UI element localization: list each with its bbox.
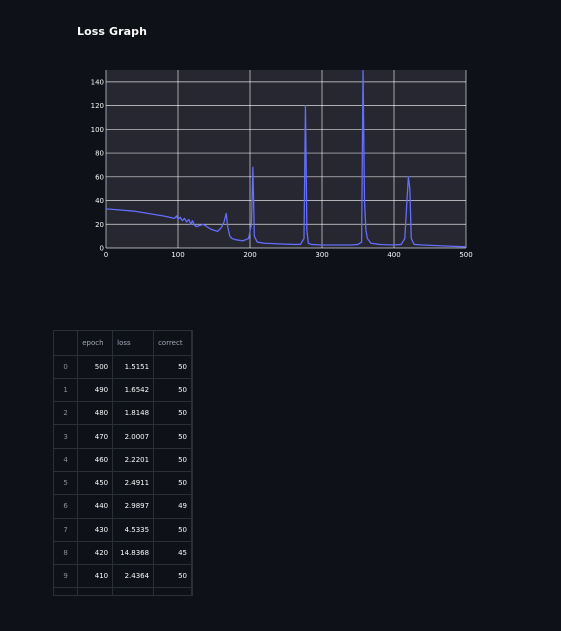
loss-line-chart[interactable]: 0204060801001201400 100 200 300 400 500 xyxy=(90,62,480,262)
row-index: 0 xyxy=(54,355,79,379)
table-row[interactable]: 6 440 2.9897 49 xyxy=(54,494,192,519)
cell-correct[interactable]: 50 xyxy=(153,401,192,426)
row-index: 8 xyxy=(54,541,79,566)
y-tick-label: 140 xyxy=(91,78,104,86)
y-tick-label: 100 xyxy=(91,126,104,134)
y-tick-label: 80 xyxy=(95,150,104,158)
cell-correct[interactable]: 50 xyxy=(153,448,192,472)
cell-correct[interactable]: 50 xyxy=(153,424,192,449)
cell-loss[interactable]: 1.5151 xyxy=(112,355,155,379)
cell-loss[interactable]: 2.9897 xyxy=(112,494,155,519)
x-tick-label: 200 xyxy=(243,251,256,259)
cell-loss[interactable]: 14.8368 xyxy=(112,541,155,566)
row-index: 6 xyxy=(54,494,79,519)
y-tick-label: 120 xyxy=(91,102,104,110)
cell-epoch[interactable]: 470 xyxy=(77,424,114,449)
cell-epoch[interactable]: 460 xyxy=(77,448,114,472)
cell-correct[interactable]: 45 xyxy=(153,541,192,566)
cell-epoch[interactable]: 480 xyxy=(77,401,114,426)
table-row[interactable]: 5 450 2.4911 50 xyxy=(54,471,192,496)
row-index: 9 xyxy=(54,564,79,589)
cell-loss[interactable]: 2.0007 xyxy=(112,424,155,449)
cell-epoch[interactable]: 410 xyxy=(77,564,114,589)
cell-correct[interactable]: 50 xyxy=(153,471,192,496)
column-header-loss[interactable]: loss xyxy=(112,331,155,356)
table-row[interactable]: 4 460 2.2201 50 xyxy=(54,448,192,472)
y-tick-label: 20 xyxy=(95,221,104,229)
cell-epoch[interactable]: 420 xyxy=(77,541,114,566)
cell-correct[interactable]: 49 xyxy=(153,494,192,519)
table-row-partial xyxy=(54,587,192,595)
x-tick-label: 100 xyxy=(171,251,184,259)
x-tick-label: 500 xyxy=(459,251,472,259)
cell-epoch[interactable]: 440 xyxy=(77,494,114,519)
row-index: 3 xyxy=(54,424,79,449)
row-index: 7 xyxy=(54,518,79,542)
y-tick-label: 40 xyxy=(95,197,104,205)
cell-loss[interactable]: 1.8148 xyxy=(112,401,155,426)
cell-epoch[interactable]: 450 xyxy=(77,471,114,496)
row-index: 5 xyxy=(54,471,79,496)
x-tick-label: 400 xyxy=(387,251,400,259)
table-row[interactable]: 0 500 1.5151 50 xyxy=(54,355,192,379)
row-index: 1 xyxy=(54,378,79,403)
cell-epoch[interactable]: 490 xyxy=(77,378,114,403)
results-table[interactable]: epoch loss correct 0 500 1.5151 50 1 490… xyxy=(53,330,193,596)
table-row[interactable]: 8 420 14.8368 45 xyxy=(54,541,192,566)
cell-correct[interactable]: 50 xyxy=(153,518,192,542)
cell-correct[interactable]: 50 xyxy=(153,355,192,379)
cell-correct[interactable]: 50 xyxy=(153,378,192,403)
column-header-epoch[interactable]: epoch xyxy=(77,331,114,356)
plot-background xyxy=(106,70,466,248)
table-row[interactable]: 1 490 1.6542 50 xyxy=(54,378,192,403)
row-index: 2 xyxy=(54,401,79,426)
index-column-header xyxy=(54,331,79,356)
table-row[interactable]: 7 430 4.5335 50 xyxy=(54,518,192,542)
cell-correct[interactable]: 50 xyxy=(153,564,192,589)
cell-loss[interactable]: 2.4364 xyxy=(112,564,155,589)
chart-title: Loss Graph xyxy=(77,25,148,38)
cell-loss[interactable]: 4.5335 xyxy=(112,518,155,542)
cell-epoch[interactable]: 430 xyxy=(77,518,114,542)
cell-loss[interactable]: 1.6542 xyxy=(112,378,155,403)
column-header-correct[interactable]: correct xyxy=(153,331,192,356)
table-row[interactable]: 9 410 2.4364 50 xyxy=(54,564,192,589)
x-tick-label: 0 xyxy=(104,251,108,259)
row-index: 4 xyxy=(54,448,79,472)
cell-epoch[interactable]: 500 xyxy=(77,355,114,379)
cell-loss[interactable]: 2.4911 xyxy=(112,471,155,496)
y-tick-label: 60 xyxy=(95,173,104,181)
table-header-row: epoch loss correct xyxy=(54,331,192,356)
table-row[interactable]: 2 480 1.8148 50 xyxy=(54,401,192,426)
cell-loss[interactable]: 2.2201 xyxy=(112,448,155,472)
table-row[interactable]: 3 470 2.0007 50 xyxy=(54,424,192,449)
x-tick-label: 300 xyxy=(315,251,328,259)
